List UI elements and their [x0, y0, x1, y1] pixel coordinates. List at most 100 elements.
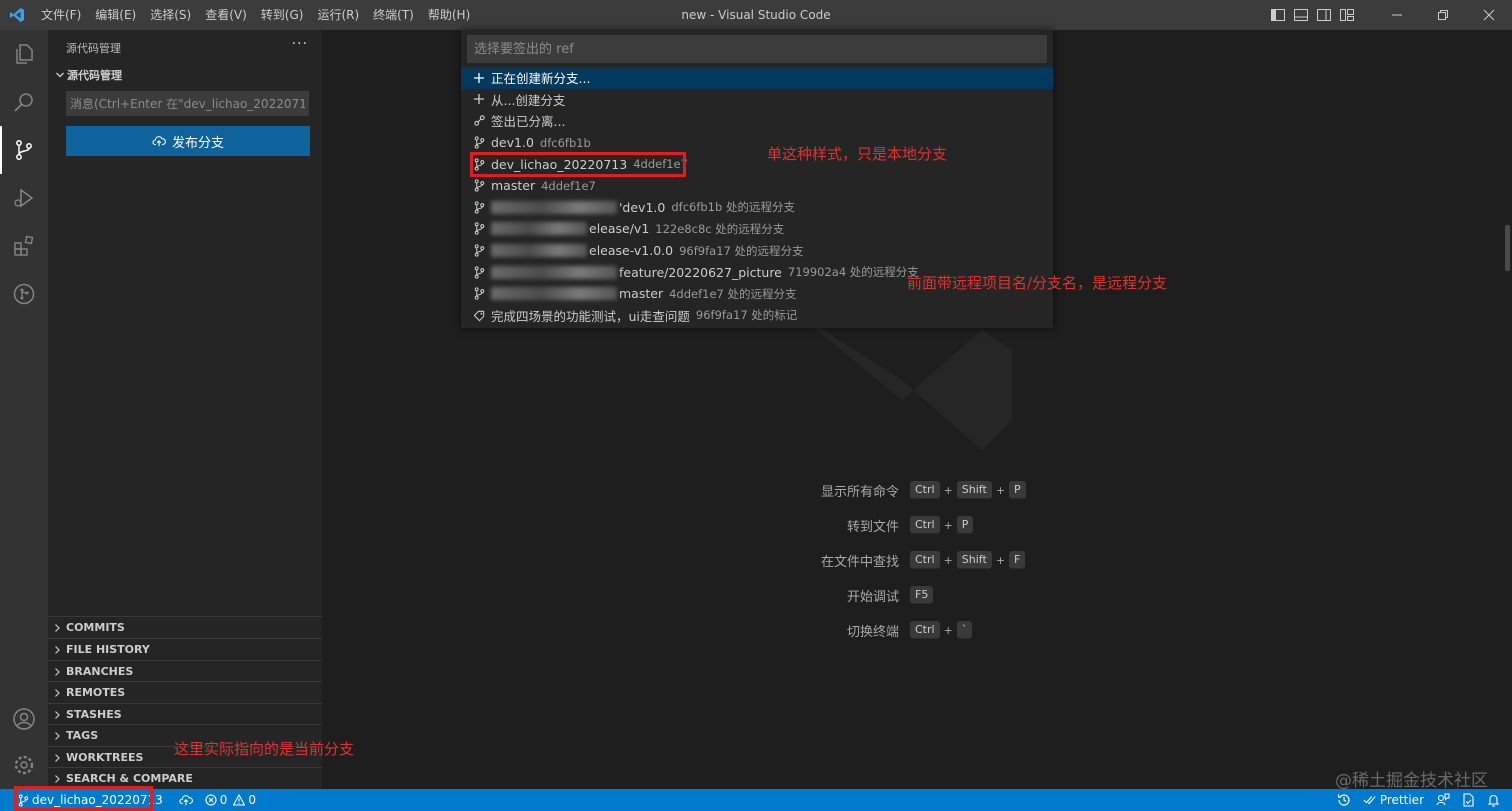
live-share-feedback-icon[interactable]	[1430, 789, 1456, 811]
shortcut-label: 在文件中查找	[820, 554, 899, 570]
shortcut-label: 转到文件	[846, 519, 899, 535]
git-branch-icon	[473, 222, 491, 236]
status-publish[interactable]	[169, 789, 199, 811]
qp-item-remote-release-v100[interactable]: elease-v1.0.0 96f9fa17 处的远程分支	[461, 240, 1053, 262]
menu-run[interactable]: 运行(R)	[310, 0, 366, 30]
key-shift: Shift	[956, 481, 992, 499]
qp-item-desc: 96f9fa17 处的远程分支	[679, 243, 804, 258]
key-f: F	[1009, 551, 1026, 569]
minimize-icon[interactable]	[1374, 0, 1420, 30]
shortcut-start-debug: 开始调试	[322, 585, 899, 605]
panel-commits[interactable]: COMMITS	[48, 616, 322, 638]
plus-icon	[473, 72, 491, 84]
extensions-icon[interactable]	[0, 222, 48, 270]
status-prettier-label: Prettier	[1379, 793, 1424, 807]
panel-remotes[interactable]: REMOTES	[48, 681, 322, 703]
sidebar-title: 源代码管理	[66, 42, 121, 55]
explorer-icon[interactable]	[0, 30, 48, 78]
qp-item-desc: 122e8c8c 处的远程分支	[655, 221, 785, 236]
key-ctrl: Ctrl	[910, 516, 940, 534]
chevron-right-icon	[48, 688, 66, 698]
qp-item-label: dev1.0	[491, 135, 534, 151]
title-bar: 文件(F) 编辑(E) 选择(S) 查看(V) 转到(G) 运行(R) 终端(T…	[0, 0, 1512, 30]
panel-tags-label: TAGS	[66, 729, 99, 742]
git-branch-icon	[473, 136, 491, 149]
key-plus: +	[943, 553, 953, 567]
key-plus: +	[943, 623, 953, 637]
chevron-right-icon	[48, 774, 66, 784]
toggle-panel-icon[interactable]	[1290, 4, 1312, 26]
qp-item-desc: 4ddef1e7	[541, 178, 596, 193]
menu-selection[interactable]: 选择(S)	[143, 0, 198, 30]
scm-section-header[interactable]: 源代码管理	[54, 67, 122, 83]
qp-item-tag[interactable]: 完成四场景的功能测试，ui走查问题 96f9fa17 处的标记	[461, 305, 1053, 327]
status-prettier[interactable]: Prettier	[1357, 789, 1430, 811]
error-icon	[205, 794, 217, 806]
qp-item-remote-dev1[interactable]: 'dev1.0 dfc6fb1b 处的远程分支	[461, 197, 1053, 219]
vscode-logo-icon	[0, 0, 34, 30]
status-bar: dev_lichao_20220713 0 0 Prettier	[0, 789, 1512, 811]
vscode-watermark-logo-icon	[782, 310, 1012, 453]
account-icon[interactable]	[0, 695, 48, 743]
qp-item-branch-master[interactable]: master 4ddef1e7	[461, 175, 1053, 197]
toggle-primary-sidebar-icon[interactable]	[1267, 4, 1289, 26]
redacted-remote-name	[491, 287, 617, 301]
shortcut-keys: F5	[910, 586, 934, 604]
shortcut-label: 显示所有命令	[820, 484, 899, 500]
settings-gear-icon[interactable]	[0, 741, 48, 789]
chevron-right-icon	[48, 753, 66, 763]
menu-help[interactable]: 帮助(H)	[421, 0, 477, 30]
annotation-current-branch: 这里实际指向的是当前分支	[174, 740, 355, 758]
qp-item-checkout-detached[interactable]: 签出已分离...	[461, 110, 1053, 132]
publish-branch-button[interactable]: 发布分支	[66, 126, 310, 156]
quick-pick-input[interactable]	[467, 35, 1047, 63]
key-shift: Shift	[956, 551, 992, 569]
panel-stashes-label: STASHES	[66, 708, 122, 721]
qp-item-label: 签出已分离...	[491, 114, 566, 130]
customize-layout-icon[interactable]	[1336, 4, 1358, 26]
notifications-bell-icon[interactable]	[1481, 789, 1506, 811]
git-graph-icon[interactable]	[0, 270, 48, 318]
menu-file[interactable]: 文件(F)	[34, 0, 88, 30]
highlight-current-branch	[14, 786, 153, 811]
scrollbar-thumb[interactable]	[1505, 225, 1510, 271]
key-plus: +	[995, 553, 1006, 567]
redacted-remote-name	[491, 265, 617, 279]
panel-branches[interactable]: BRANCHES	[48, 660, 322, 682]
qp-item-desc: dfc6fb1b 处的远程分支	[671, 200, 795, 215]
menu-terminal[interactable]: 终端(T)	[366, 0, 421, 30]
status-warnings-count: 0	[248, 793, 257, 807]
shortcut-show-commands: 显示所有命令	[322, 480, 899, 500]
menu-view[interactable]: 查看(V)	[198, 0, 254, 30]
panel-file-history-label: FILE HISTORY	[66, 643, 150, 656]
menu-edit[interactable]: 编辑(E)	[88, 0, 143, 30]
more-actions-icon[interactable]: ···	[292, 36, 308, 52]
toggle-secondary-sidebar-icon[interactable]	[1313, 4, 1335, 26]
restore-icon[interactable]	[1420, 0, 1466, 30]
key-plus: +	[943, 518, 953, 532]
detached-head-icon	[473, 114, 491, 127]
run-debug-icon[interactable]	[0, 174, 48, 222]
menu-go[interactable]: 转到(G)	[254, 0, 311, 30]
commit-message-input[interactable]	[66, 91, 309, 116]
status-problems[interactable]: 0 0	[199, 789, 262, 811]
key-ctrl: Ctrl	[910, 551, 940, 569]
warning-icon	[233, 794, 246, 806]
qp-item-create-branch-from[interactable]: 从...创建分支	[461, 89, 1053, 111]
qp-item-create-branch[interactable]: 正在创建新分支...	[461, 67, 1053, 89]
close-window-icon[interactable]	[1466, 0, 1512, 30]
search-icon[interactable]	[0, 78, 48, 126]
qp-item-label: elease/v1	[589, 221, 650, 237]
panel-stashes[interactable]: STASHES	[48, 703, 322, 725]
file-check-icon[interactable]	[1456, 789, 1481, 811]
panel-commits-label: COMMITS	[66, 621, 125, 634]
panel-file-history[interactable]: FILE HISTORY	[48, 638, 322, 660]
chevron-right-icon	[48, 645, 66, 655]
qp-item-branch-dev1[interactable]: dev1.0 dfc6fb1b	[461, 132, 1053, 154]
source-control-icon[interactable]	[0, 126, 48, 174]
qp-item-desc: 4ddef1e7 处的远程分支	[669, 286, 797, 301]
highlight-local-branch	[470, 152, 686, 177]
qp-item-remote-release-v1[interactable]: elease/v1 122e8c8c 处的远程分支	[461, 218, 1053, 240]
git-branch-icon	[473, 201, 491, 214]
timeline-history-icon[interactable]	[1331, 789, 1357, 811]
